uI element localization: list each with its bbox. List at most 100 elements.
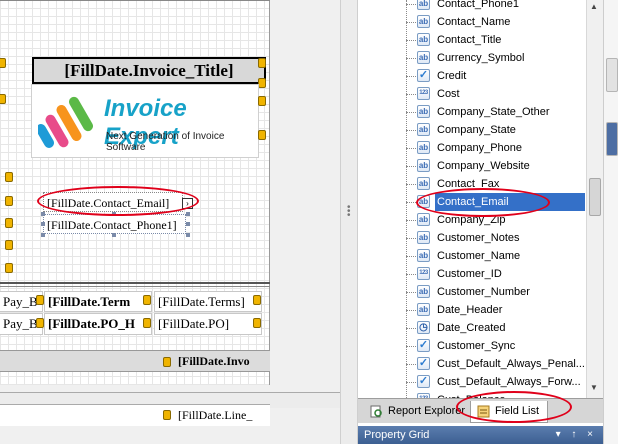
resize-handle[interactable] [5, 196, 13, 206]
resize-handle[interactable] [258, 130, 266, 140]
field-list-panel: ab Contact_Phone1 ab Contact_Name ab Contact_… [358, 0, 603, 398]
scroll-down-icon[interactable]: ▼ [590, 383, 598, 392]
field-list-item-label: Company_State [437, 124, 516, 136]
field-list-item[interactable]: ✓ Cust_Default_Always_Penal... [402, 355, 602, 373]
field-list-item[interactable]: 123 Customer_ID [402, 265, 602, 283]
property-grid-header[interactable]: Property Grid ▾ ↑ × [358, 426, 603, 444]
resize-handle[interactable] [5, 240, 13, 250]
selection-grip[interactable] [41, 222, 45, 226]
numeric-field-icon: 123 [417, 87, 430, 100]
field-list-item[interactable]: ab Currency_Symbol [402, 49, 602, 67]
field-list-item-label: Customer_Sync [437, 340, 516, 352]
resize-handle[interactable] [36, 318, 44, 328]
tree-connector [406, 22, 416, 23]
resize-handle[interactable] [253, 295, 261, 305]
resize-handle[interactable] [143, 295, 151, 305]
resize-handle[interactable] [163, 410, 171, 420]
selection-grip[interactable] [186, 233, 190, 237]
tree-connector [406, 238, 416, 239]
invoice-footer-field[interactable]: [FillDate.Invo [178, 353, 250, 370]
line-field[interactable]: [FillDate.Line_ [178, 406, 252, 424]
resize-handle[interactable] [36, 295, 44, 305]
resize-handle[interactable] [253, 318, 261, 328]
tree-connector [406, 202, 416, 203]
resize-handle[interactable] [5, 218, 13, 228]
string-field-icon: ab [417, 123, 430, 136]
selection-grip[interactable] [186, 222, 190, 226]
tab-report-explorer[interactable]: Report Explorer [366, 401, 466, 423]
dock-tab[interactable] [606, 58, 618, 92]
selection-grip[interactable] [186, 212, 190, 216]
band-divider [0, 282, 270, 284]
tree-connector [406, 40, 416, 41]
field-list-item[interactable]: ab Customer_Name [402, 247, 602, 265]
string-field-icon: ab [417, 213, 430, 226]
scroll-up-icon[interactable]: ▲ [590, 2, 598, 11]
report-canvas[interactable]: [FillDate.Invoice_Title] Invoice Expert … [0, 0, 270, 385]
field-list-item[interactable]: ab Contact_Phone1 [402, 0, 602, 13]
field-list-item-label: Cust_Default_Always_Penal... [437, 358, 585, 370]
boolean-field-icon: ✓ [417, 69, 430, 82]
terms-value-field[interactable]: [FillDate.Terms] [154, 291, 262, 312]
contact-phone-field[interactable]: [FillDate.Contact_Phone1] [43, 214, 186, 234]
vertical-scrollbar[interactable]: ▲ ▼ [586, 0, 603, 398]
field-list-item[interactable]: ◷ Date_Created [402, 319, 602, 337]
field-list-item-label: Date_Header [437, 304, 503, 316]
tree-connector [406, 220, 416, 221]
resize-handle[interactable] [5, 263, 13, 273]
resize-handle[interactable] [143, 318, 151, 328]
po-value-field[interactable]: [FillDate.PO] [154, 313, 262, 335]
field-list-item[interactable]: ✓ Customer_Sync [402, 337, 602, 355]
resize-handle[interactable] [163, 357, 171, 367]
field-list-item-label: Date_Created [437, 322, 506, 334]
resize-handle[interactable] [0, 58, 6, 68]
field-list-item[interactable]: ab Customer_Notes [402, 229, 602, 247]
scrollbar-thumb[interactable] [589, 178, 601, 216]
tree-connector [406, 130, 416, 131]
field-list-item-label: Cost [437, 88, 460, 100]
tree-connector [406, 148, 416, 149]
numeric-field-icon: 123 [417, 267, 430, 280]
field-list-item-label: Credit [437, 70, 467, 82]
field-list-item[interactable]: ✓ Cust_Default_Always_Forw... [402, 373, 602, 391]
terms-header-field[interactable]: [FillDate.Term [44, 291, 152, 312]
selection-grip[interactable] [112, 233, 116, 237]
resize-handle[interactable] [258, 78, 266, 88]
resize-handle[interactable] [5, 172, 13, 182]
field-list-item-label: Currency_Symbol [437, 52, 525, 64]
resize-handle[interactable] [258, 96, 266, 106]
string-field-icon: ab [417, 177, 430, 190]
resize-handle[interactable] [258, 58, 266, 68]
field-list-item-label: Cust_Default_Always_Forw... [437, 376, 581, 388]
field-list-item[interactable]: ✓ Credit [402, 67, 602, 85]
footer-band[interactable]: [FillDate.Invo [0, 350, 270, 372]
selection-grip[interactable] [41, 212, 45, 216]
dock-tab[interactable] [606, 122, 618, 156]
resize-handle[interactable] [0, 94, 6, 104]
field-list-item[interactable]: ab Company_Website [402, 157, 602, 175]
invoice-title-field[interactable]: [FillDate.Invoice_Title] [32, 57, 266, 84]
field-list-item[interactable]: ab Company_Phone [402, 139, 602, 157]
field-list-item[interactable]: ab Company_State [402, 121, 602, 139]
field-list-item[interactable]: 123 Cost [402, 85, 602, 103]
po-header-field[interactable]: [FillDate.PO_H [44, 313, 152, 335]
date-field-icon: ◷ [417, 321, 430, 334]
tree-connector [406, 58, 416, 59]
field-list-item-label: Contact_Phone1 [437, 0, 519, 10]
panel-splitter[interactable]: • • • [340, 0, 358, 444]
panel-pin-close-icon[interactable]: ▾ ↑ × [556, 426, 597, 444]
string-field-icon: ab [417, 141, 430, 154]
field-list-item[interactable]: ab Contact_Name [402, 13, 602, 31]
splitter-grip-icon: • • • [347, 202, 351, 221]
field-list-item[interactable]: ab Date_Header [402, 301, 602, 319]
string-field-icon: ab [417, 105, 430, 118]
tree-connector [406, 274, 416, 275]
field-list-item[interactable]: ab Customer_Number [402, 283, 602, 301]
field-list-item[interactable]: ab Contact_Title [402, 31, 602, 49]
field-list-item-label: Customer_Number [437, 286, 530, 298]
selection-grip[interactable] [41, 233, 45, 237]
field-list-item[interactable]: ab Company_State_Other [402, 103, 602, 121]
detail-band[interactable]: [FillDate.Line_ [0, 404, 270, 426]
report-explorer-icon [370, 405, 382, 418]
company-logo[interactable]: Invoice Expert Next Generation of Invoic… [31, 84, 259, 158]
